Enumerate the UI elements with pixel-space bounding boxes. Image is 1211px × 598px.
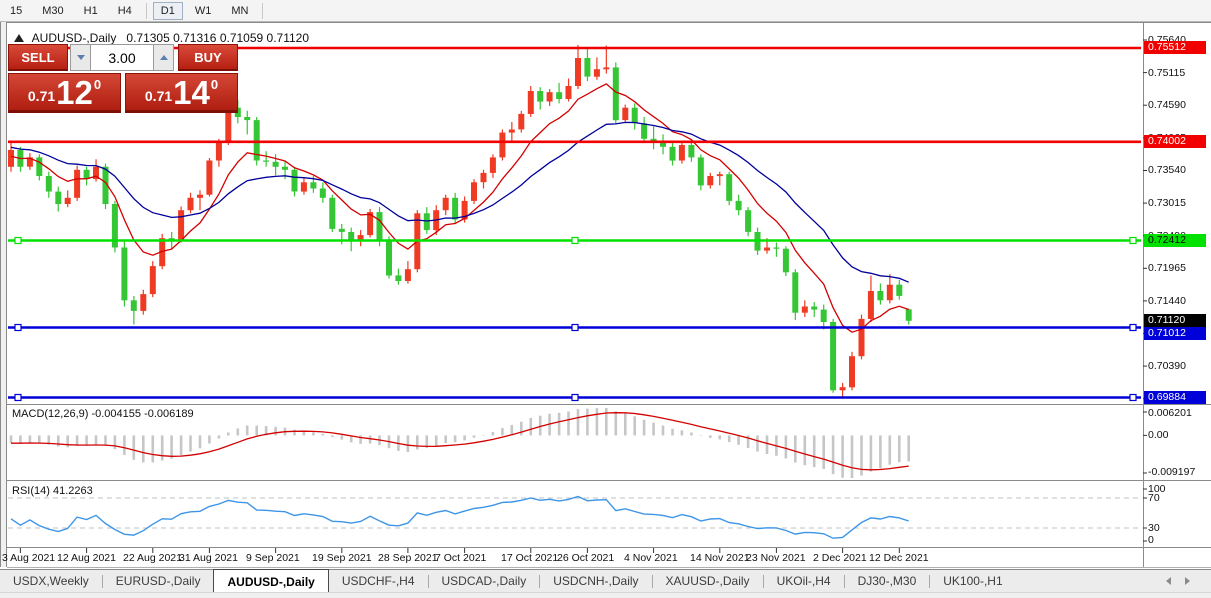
hline-price-badge: 0.72412 — [1144, 234, 1206, 247]
rsi-line — [11, 497, 909, 539]
tab-usdcad-daily[interactable]: USDCAD-,Daily — [429, 570, 540, 592]
date-label: 2 Dec 2021 — [813, 552, 867, 564]
price-tick-label: 0.74590 — [1148, 99, 1186, 111]
hline-handle[interactable] — [1130, 395, 1136, 401]
status-strip — [0, 592, 1211, 598]
date-label: 19 Sep 2021 — [312, 552, 372, 564]
hline-price-badge: 0.71012 — [1144, 327, 1206, 340]
date-label: 28 Sep 2021 — [378, 552, 438, 564]
volume-input[interactable] — [91, 44, 153, 71]
hline-handle[interactable] — [572, 395, 578, 401]
sell-price-display[interactable]: 0.71 12 0 — [8, 73, 121, 113]
current-price-badge: 0.71120 — [1144, 314, 1206, 327]
date-label: 17 Oct 2021 — [501, 552, 558, 564]
date-label: 9 Sep 2021 — [246, 552, 300, 564]
ma-slow-line — [11, 122, 909, 282]
tab-uk100-h1[interactable]: UK100-,H1 — [930, 570, 1015, 592]
buy-price-pips: 14 — [173, 77, 210, 108]
hline-handle[interactable] — [1130, 238, 1136, 244]
volume-decrease-button[interactable] — [70, 44, 91, 71]
price-tick-label: 0.75115 — [1148, 67, 1185, 79]
spinner-down-icon — [77, 55, 85, 60]
date-label: 26 Oct 2021 — [557, 552, 614, 564]
hline-price-badge: 0.69884 — [1144, 391, 1206, 404]
chart-symbol: AUDUSD-,Daily — [32, 31, 117, 45]
hline-handle[interactable] — [572, 238, 578, 244]
chart-ohlc: 0.71305 0.71316 0.71059 0.71120 — [126, 31, 309, 45]
buy-button[interactable]: BUY — [178, 44, 238, 71]
price-tick-label: 0.70390 — [1148, 360, 1186, 372]
macd-label: MACD(12,26,9) -0.004155 -0.006189 — [12, 408, 194, 420]
tab-usdchf-h4[interactable]: USDCHF-,H4 — [329, 570, 428, 592]
hline-handle[interactable] — [1130, 325, 1136, 331]
tab-xauusd-daily[interactable]: XAUUSD-,Daily — [653, 570, 763, 592]
buy-price-prefix: 0.71 — [145, 88, 172, 104]
tab-audusd-daily[interactable]: AUDUSD-,Daily — [213, 569, 328, 592]
symbol-tabbar: USDX,WeeklyEURUSD-,DailyAUDUSD-,DailyUSD… — [0, 569, 1211, 592]
date-label: 12 Aug 2021 — [57, 552, 116, 564]
tab-eurusd-daily[interactable]: EURUSD-,Daily — [103, 570, 214, 592]
rsi-tick-label: 70 — [1148, 492, 1160, 504]
buy-price-display[interactable]: 0.71 14 0 — [125, 73, 238, 113]
price-tick-label: 0.71965 — [1148, 262, 1186, 274]
tab-ukoil-h4[interactable]: UKOil-,H4 — [764, 570, 844, 592]
trading-platform-window: 15M30H1H4D1W1MN AUDUSD-,Daily 0.71305 0.… — [0, 0, 1211, 598]
date-label: 12 Dec 2021 — [869, 552, 929, 564]
hline-price-badge: 0.74002 — [1144, 135, 1206, 148]
date-label: 3 Aug 2021 — [2, 552, 55, 564]
spinner-up-icon — [160, 55, 168, 60]
symbol-arrow-icon — [14, 34, 24, 42]
macd-signal-line — [11, 413, 909, 470]
tab-dj30-m30[interactable]: DJ30-,M30 — [845, 570, 930, 592]
price-tick-label: 0.73015 — [1148, 197, 1186, 209]
date-label: 22 Aug 2021 — [123, 552, 182, 564]
price-tick-label: 0.71440 — [1148, 295, 1186, 307]
date-label: 4 Nov 2021 — [624, 552, 678, 564]
date-label: 14 Nov 2021 — [690, 552, 750, 564]
tab-scroll-left-icon[interactable] — [1166, 577, 1171, 585]
hline-handle[interactable] — [15, 238, 21, 244]
sell-price-prefix: 0.71 — [28, 88, 55, 104]
rsi-tick-label: 30 — [1148, 522, 1160, 534]
rsi-tick-label: 0 — [1148, 534, 1154, 546]
sell-price-point: 0 — [94, 77, 101, 92]
tab-scroll-right-icon[interactable] — [1185, 577, 1190, 585]
sell-price-pips: 12 — [56, 77, 93, 108]
hline-handle[interactable] — [15, 325, 21, 331]
hline-handle[interactable] — [572, 325, 578, 331]
price-tick-label: 0.73540 — [1148, 164, 1186, 176]
buy-price-point: 0 — [211, 77, 218, 92]
date-label: 31 Aug 2021 — [179, 552, 238, 564]
axis-ticks — [20, 40, 1147, 553]
chart-title: AUDUSD-,Daily 0.71305 0.71316 0.71059 0.… — [14, 31, 309, 45]
date-label: 23 Nov 2021 — [746, 552, 806, 564]
tab-scroll-controls — [1159, 570, 1211, 592]
sell-button[interactable]: SELL — [8, 44, 68, 71]
rsi-label: RSI(14) 41.2263 — [12, 485, 93, 497]
hline-price-badge: 0.75512 — [1144, 41, 1206, 54]
hline-handle[interactable] — [15, 395, 21, 401]
volume-increase-button[interactable] — [153, 44, 174, 71]
one-click-trade-panel: SELL BUY 0.71 12 0 0.71 14 0 — [8, 44, 240, 113]
macd-min-label: -0.009197 — [1148, 466, 1195, 478]
macd-max-label: 0.006201 — [1148, 407, 1192, 419]
date-label: 7 Oct 2021 — [435, 552, 486, 564]
tab-usdcnh-daily[interactable]: USDCNH-,Daily — [540, 570, 651, 592]
macd-zero-label: 0.00 — [1148, 429, 1168, 441]
tab-usdx-weekly[interactable]: USDX,Weekly — [0, 570, 102, 592]
